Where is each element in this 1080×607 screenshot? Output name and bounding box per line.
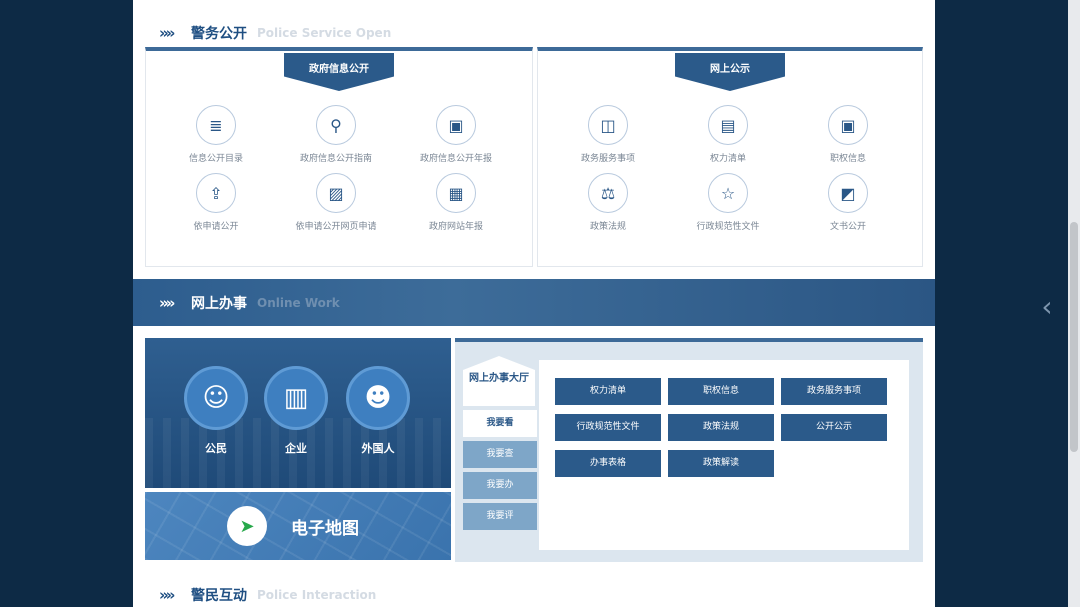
user-type-0[interactable]: ☺ 公民	[183, 366, 249, 456]
triple-chevron-icon: »»	[159, 24, 175, 42]
user-type-2[interactable]: ☻ 外国人	[345, 366, 411, 456]
e-map-button[interactable]: ➤ 电子地图	[145, 492, 451, 560]
ribbon-online-notice: 网上公示	[675, 53, 785, 91]
section-title: 警务公开	[191, 26, 247, 42]
notice_panel-item[interactable]: ☆ 行政规范性文件	[668, 173, 788, 232]
image-icon: ▨	[316, 173, 356, 213]
notice_panel-item[interactable]: ▣ 职权信息	[788, 105, 908, 164]
chevron-left-icon[interactable]: ‹	[1036, 290, 1058, 324]
gov_panel-item-label: 依申请公开网页申请	[295, 222, 377, 232]
gov_panel-item-label: 信息公开目录	[188, 154, 243, 164]
service-button[interactable]: 政务服务事项	[781, 378, 887, 405]
section-title: 网上办事	[191, 295, 247, 312]
notice_panel-item[interactable]: ▤ 权力清单	[668, 105, 788, 164]
gov_panel-item-label: 政府信息公开年报	[419, 154, 492, 164]
notice_panel-item[interactable]: ⚖ 政策法规	[548, 173, 668, 232]
gov_panel-item[interactable]: ⚲ 政府信息公开指南	[276, 105, 396, 164]
notice_panel-item[interactable]: ◩ 文书公开	[788, 173, 908, 232]
service-button[interactable]: 职权信息	[668, 378, 774, 405]
gov_panel-item[interactable]: ≣ 信息公开目录	[156, 105, 276, 164]
e-map-label: 电子地图	[291, 518, 359, 539]
page-content: »» 警务公开 Police Service Open 政府信息公开 ≣ 信息公开…	[133, 0, 935, 607]
report-image-icon: ▣	[436, 105, 476, 145]
scale-icon: ⚖	[588, 173, 628, 213]
gov_panel-item-label: 政府网站年报	[428, 222, 483, 232]
notice_panel-item-label: 政务服务事项	[580, 154, 635, 164]
gov_panel-item[interactable]: ▨ 依申请公开网页申请	[276, 173, 396, 232]
briefcase-icon: ▥	[264, 366, 328, 430]
online-notice-panel: 网上公示 ◫ 政务服务事项 ▤ 权力清单 ▣ 职权信息 ⚖ 政策法规 ☆ 行政规范性文件 ◩ 文书公开	[537, 47, 923, 267]
section-title: 警民互动	[191, 588, 247, 604]
list-icon: ≣	[196, 105, 236, 145]
user-type-label: 企业	[285, 442, 307, 455]
user-type-1[interactable]: ▥ 企业	[263, 366, 329, 456]
triple-chevron-icon: »»	[159, 586, 175, 604]
section-subtitle-en: Police Interaction	[257, 588, 377, 602]
foreigner-icon: ☻	[346, 366, 410, 430]
file-icon: ◩	[828, 173, 868, 213]
scrollbar-thumb[interactable]	[1070, 222, 1078, 452]
triple-chevron-icon: »»	[159, 293, 175, 312]
section-subtitle-en: Police Service Open	[257, 26, 392, 40]
document-icon: ▤	[708, 105, 748, 145]
tab-1[interactable]: 我要查	[463, 441, 537, 468]
navigation-arrow-icon: ➤	[227, 506, 267, 546]
section-header-online-work: »» 网上办事 Online Work	[133, 279, 935, 326]
gov_panel-item-label: 依申请公开	[193, 222, 239, 232]
section-header-interaction: »» 警民互动 Police Interaction	[133, 572, 935, 607]
tab-0[interactable]: 我要看	[463, 410, 537, 437]
gov_panel-item[interactable]: ▦ 政府网站年报	[396, 173, 516, 232]
notice_panel-item-label: 政策法规	[589, 222, 626, 232]
service-hall-panel: 网上办事大厅 我要看我要查我要办我要评 权力清单 职权信息 政务服务事项行政规范性文…	[455, 338, 923, 562]
service-button[interactable]: 政策法规	[668, 414, 774, 441]
service-button[interactable]: 办事表格	[555, 450, 661, 477]
user-type-label: 外国人	[361, 442, 395, 455]
user-type-box: ☺ 公民 ▥ 企业 ☻ 外国人	[145, 338, 451, 488]
gov_panel-item-label: 政府信息公开指南	[299, 154, 372, 164]
gov-info-panel: 政府信息公开 ≣ 信息公开目录 ⚲ 政府信息公开指南 ▣ 政府信息公开年报 ⇪ 依申请公开 ▨ 依…	[145, 47, 533, 267]
section-subtitle-en: Online Work	[257, 295, 340, 310]
notice_panel-item-label: 行政规范性文件	[696, 222, 760, 232]
gov_panel-item[interactable]: ▣ 政府信息公开年报	[396, 105, 516, 164]
location-pin-icon: ⚲	[316, 105, 356, 145]
online-work-band: »» 网上办事 Online Work	[133, 279, 935, 326]
service-hall-title: 网上办事大厅	[463, 356, 535, 406]
upload-box-icon: ⇪	[196, 173, 236, 213]
service-button[interactable]: 行政规范性文件	[555, 414, 661, 441]
user-type-label: 公民	[205, 442, 227, 455]
service-button[interactable]: 政策解读	[668, 450, 774, 477]
calendar-icon: ▦	[436, 173, 476, 213]
service-button[interactable]: 公开公示	[781, 414, 887, 441]
notice_panel-item-label: 职权信息	[829, 154, 866, 164]
service-buttons-area: 权力清单 职权信息 政务服务事项行政规范性文件 政策法规 公开公示办事表格 政策解读	[539, 360, 909, 550]
gov_panel-item[interactable]: ⇪ 依申请公开	[156, 173, 276, 232]
book-icon: ◫	[588, 105, 628, 145]
citizen-icon: ☺	[184, 366, 248, 430]
star-icon: ☆	[708, 173, 748, 213]
service-button[interactable]: 权力清单	[555, 378, 661, 405]
ribbon-gov-info: 政府信息公开	[284, 53, 394, 91]
notice_panel-item[interactable]: ◫ 政务服务事项	[548, 105, 668, 164]
tab-3[interactable]: 我要评	[463, 503, 537, 530]
notice_panel-item-label: 权力清单	[709, 154, 746, 164]
notice_panel-item-label: 文书公开	[829, 222, 866, 232]
id-card-icon: ▣	[828, 105, 868, 145]
tab-2[interactable]: 我要办	[463, 472, 537, 499]
